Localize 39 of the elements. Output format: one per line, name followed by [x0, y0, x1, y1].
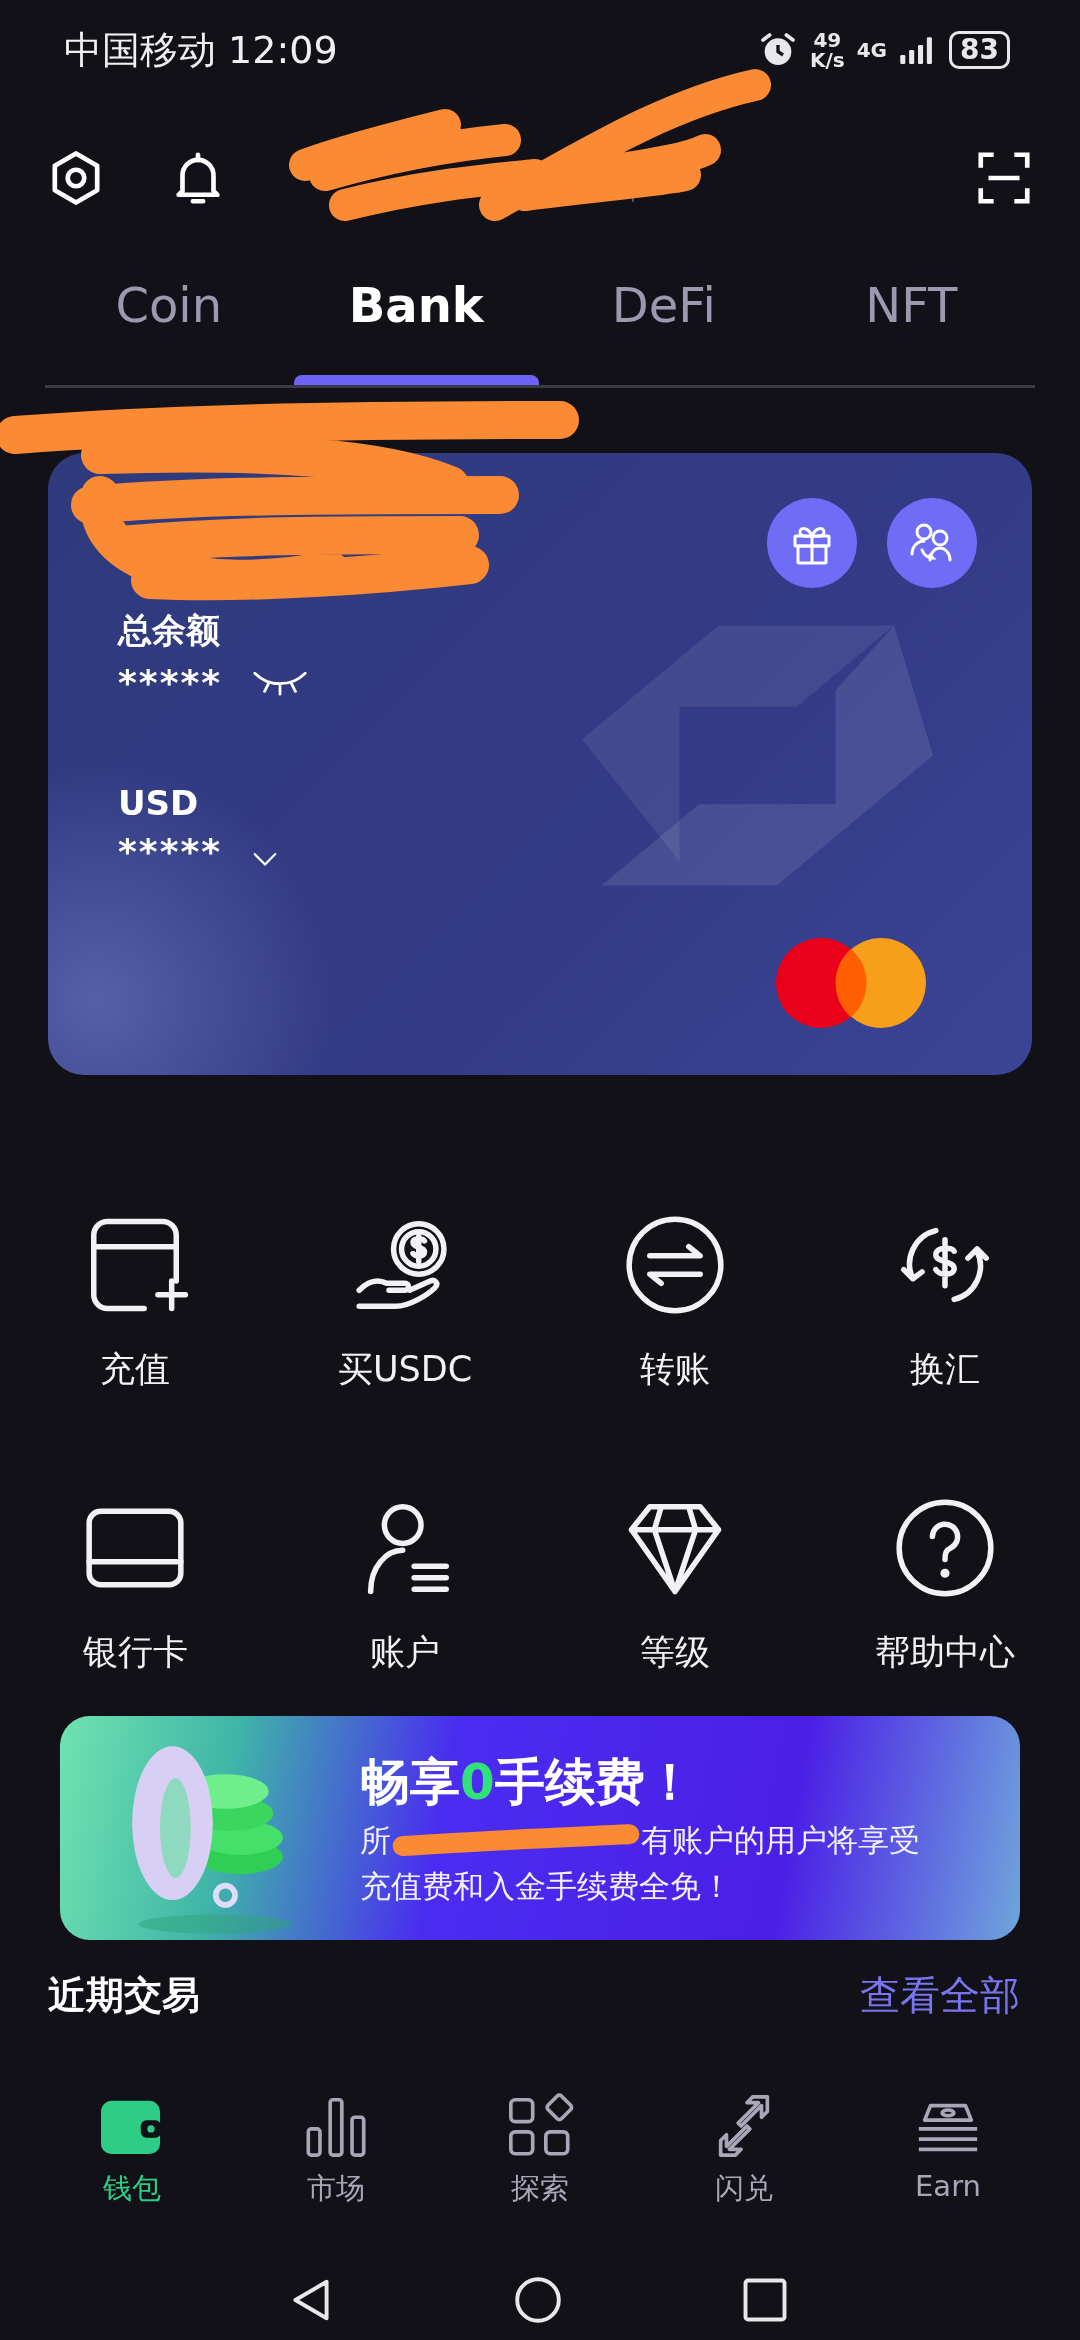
nav-tab[interactable]: 闪兑 [642, 2091, 846, 2209]
tab[interactable]: NFT [865, 277, 958, 333]
tab[interactable]: Bank [348, 277, 484, 333]
promo-text: 充值费和入金手续费全免！ [360, 1866, 733, 1906]
bank-card[interactable]: 总余额 ***** USD ***** [48, 453, 1032, 1075]
balance-label: 总余额 [118, 609, 220, 652]
promo-title: 畅享0手续费！ [360, 1751, 696, 1813]
gift-button[interactable] [767, 498, 857, 588]
view-all-link[interactable]: 查看全部 [860, 1968, 1020, 2023]
currency-label: USD [118, 783, 199, 823]
action-label: 银行卡 [82, 1631, 188, 1674]
network-type: 4G [856, 38, 888, 62]
action-label: 帮助中心 [875, 1631, 1015, 1674]
action-label: 换汇 [910, 1348, 980, 1391]
tab[interactable]: Coin [115, 277, 223, 333]
action-label: 转账 [640, 1348, 710, 1391]
nav-tab[interactable]: 市场 [234, 2091, 438, 2209]
section-title: 近期交易 [48, 1972, 200, 2019]
balance-value: ***** [118, 662, 223, 703]
action-label: 充值 [100, 1348, 170, 1391]
currency-balance: ***** [118, 831, 223, 872]
battery-indicator: 83 [949, 31, 1010, 69]
action-label: 买USDC [337, 1348, 473, 1391]
carrier-time: 中国移动 12:09 [64, 26, 338, 74]
speed-value: 49 [813, 30, 842, 50]
nav-tab[interactable]: 钱包 [30, 2091, 234, 2209]
referral-button[interactable] [887, 498, 977, 588]
promo-text-end: 有账户的用户将享受 [641, 1820, 920, 1860]
promo-banner[interactable]: 畅享0手续费！ 所 有账户的用户将享受 充值费和入金手续费全免！ [60, 1716, 1020, 1940]
chevron-down-icon[interactable] [252, 850, 279, 867]
action-label: 账户 [370, 1631, 440, 1674]
home-icon[interactable] [512, 2274, 564, 2326]
promo-text-start: 所 [360, 1820, 391, 1860]
speed-unit: K/s [809, 50, 845, 70]
tab[interactable]: DeFi [611, 277, 716, 333]
overlapping-circles-icon [776, 938, 926, 1028]
nav-tab[interactable]: Earn [846, 2091, 1050, 2209]
nav-tab[interactable]: 探索 [438, 2091, 642, 2209]
action-label: 等级 [640, 1631, 710, 1674]
